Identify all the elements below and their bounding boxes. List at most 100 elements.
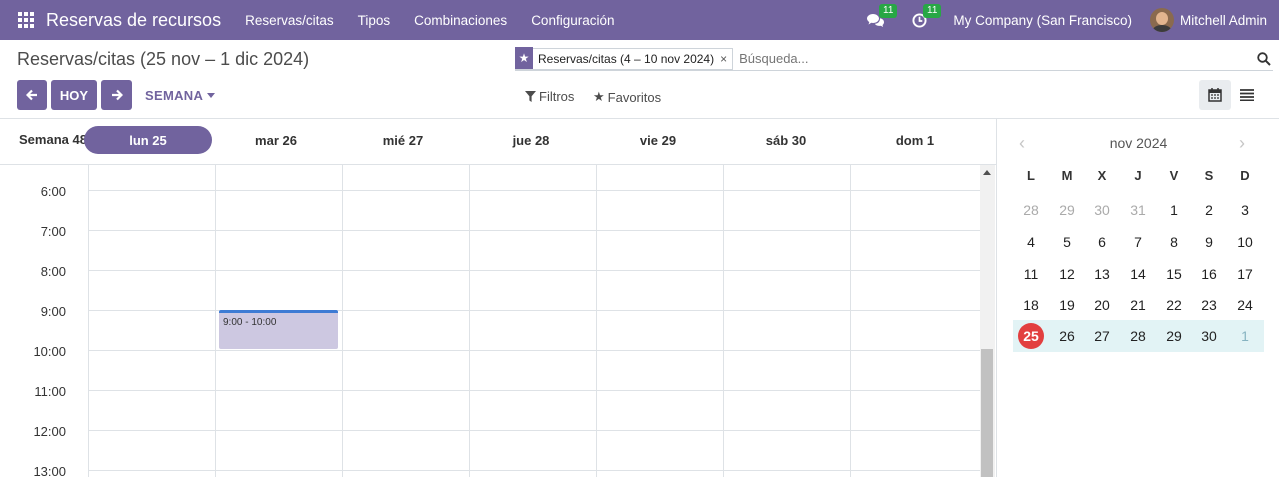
- mini-day[interactable]: 8: [1156, 226, 1192, 257]
- mini-calendar-panel: ‹ nov 2024 › L M X J V S D 28 29 30 31 1…: [998, 119, 1279, 477]
- mini-day[interactable]: 21: [1120, 289, 1156, 320]
- mini-day[interactable]: 5: [1049, 226, 1085, 257]
- mini-day[interactable]: 7: [1120, 226, 1156, 257]
- app-brand[interactable]: Reservas de recursos: [46, 10, 221, 31]
- mini-day[interactable]: 15: [1156, 258, 1192, 289]
- mini-day[interactable]: 16: [1191, 258, 1227, 289]
- star-icon: ★: [593, 89, 605, 104]
- day-header-2[interactable]: mié 27: [339, 126, 467, 154]
- activities-badge: 11: [923, 4, 942, 18]
- mini-day[interactable]: 6: [1084, 226, 1120, 257]
- list-view-button[interactable]: [1231, 80, 1263, 110]
- user-avatar[interactable]: [1149, 8, 1174, 32]
- hour-label: 8:00: [40, 264, 66, 279]
- mini-day[interactable]: 22: [1156, 289, 1192, 320]
- mini-day-today[interactable]: 25: [1013, 320, 1049, 351]
- page-title: Reservas/citas (25 nov – 1 dic 2024): [17, 49, 310, 69]
- calendar-event[interactable]: 9:00 - 10:00: [219, 310, 338, 349]
- list-icon: [1240, 89, 1254, 101]
- scale-label: SEMANA: [145, 88, 204, 103]
- mini-day[interactable]: 18: [1013, 289, 1049, 320]
- scale-dropdown[interactable]: SEMANA: [145, 88, 216, 103]
- facet-value: Reservas/citas (4 – 10 nov 2024): [538, 51, 715, 66]
- hour-label: 6:00: [40, 184, 66, 199]
- weekday-label: D: [1240, 168, 1250, 183]
- time-grid[interactable]: 6:00 7:00 8:00 9:00 10:00 11:00 12:00 13…: [0, 165, 980, 477]
- menu-reservas[interactable]: Reservas/citas: [233, 13, 346, 28]
- mini-day[interactable]: 23: [1191, 289, 1227, 320]
- control-panel: Reservas/citas (25 nov – 1 dic 2024) HOY…: [0, 40, 1279, 119]
- calendar-header: Semana 48 lun 25 mar 26 mié 27 jue 28 vi…: [0, 119, 996, 165]
- mini-day[interactable]: 12: [1049, 258, 1085, 289]
- mini-day[interactable]: 19: [1049, 289, 1085, 320]
- hour-label: 10:00: [33, 344, 66, 359]
- day-header-4[interactable]: vie 29: [594, 126, 722, 154]
- event-time: 9:00 - 10:00: [223, 317, 277, 328]
- day-header-5[interactable]: sáb 30: [722, 126, 850, 154]
- mini-day[interactable]: 17: [1227, 258, 1263, 289]
- facet-remove-icon[interactable]: ×: [720, 52, 732, 66]
- mini-day[interactable]: 28: [1120, 320, 1156, 351]
- day-header-0[interactable]: lun 25: [84, 126, 212, 154]
- hour-line: [88, 190, 980, 191]
- scroll-thumb[interactable]: [981, 349, 993, 477]
- mini-day[interactable]: 11: [1013, 258, 1049, 289]
- hour-label: 11:00: [34, 384, 66, 399]
- day-header-6[interactable]: dom 1: [851, 126, 979, 154]
- mini-calendar-title: nov 2024: [1109, 135, 1168, 151]
- day-header-1[interactable]: mar 26: [212, 126, 340, 154]
- mini-day[interactable]: 29: [1049, 194, 1085, 225]
- filters-button[interactable]: Filtros: [525, 89, 574, 104]
- mini-day[interactable]: 30: [1084, 194, 1120, 225]
- mini-day[interactable]: 26: [1049, 320, 1085, 351]
- calendar-icon: [1208, 88, 1222, 102]
- mini-day[interactable]: 27: [1084, 320, 1120, 351]
- messages-button[interactable]: 11: [865, 4, 898, 30]
- weekday-label: M: [1061, 168, 1073, 183]
- menu-combinaciones[interactable]: Combinaciones: [402, 13, 519, 28]
- scroll-up-icon[interactable]: [983, 170, 991, 175]
- search-input[interactable]: [739, 51, 1220, 66]
- next-month-icon[interactable]: ›: [1239, 133, 1245, 154]
- mini-day[interactable]: 30: [1191, 320, 1227, 351]
- hour-label: 13:00: [33, 464, 66, 477]
- weekday-label: L: [1027, 168, 1035, 183]
- mini-day[interactable]: 24: [1227, 289, 1263, 320]
- mini-day[interactable]: 14: [1120, 258, 1156, 289]
- apps-menu-icon[interactable]: [18, 12, 34, 28]
- filters-label: Filtros: [539, 89, 575, 104]
- mini-day[interactable]: 1: [1227, 320, 1263, 351]
- next-button[interactable]: [101, 80, 132, 110]
- hour-label: 7:00: [40, 224, 66, 239]
- previous-button[interactable]: [17, 80, 47, 110]
- today-button[interactable]: HOY: [51, 80, 97, 110]
- mini-day[interactable]: 29: [1156, 320, 1192, 351]
- company-switcher[interactable]: My Company (San Francisco): [953, 13, 1132, 28]
- mini-day[interactable]: 13: [1084, 258, 1120, 289]
- favorites-button[interactable]: ★ Favoritos: [593, 89, 661, 105]
- calendar-view-button[interactable]: [1199, 80, 1231, 110]
- activities-button[interactable]: 11: [909, 4, 942, 30]
- mini-day[interactable]: 31: [1120, 194, 1156, 225]
- search-icon[interactable]: [1257, 51, 1271, 66]
- mini-day[interactable]: 3: [1227, 194, 1263, 225]
- weekday-label: V: [1169, 168, 1179, 183]
- user-menu[interactable]: Mitchell Admin: [1180, 13, 1267, 28]
- mini-day[interactable]: 9: [1191, 226, 1227, 257]
- menu-tipos[interactable]: Tipos: [346, 13, 403, 28]
- search-bar: ★ Reservas/citas (4 – 10 nov 2024) ×: [515, 47, 1273, 71]
- search-facet[interactable]: ★ Reservas/citas (4 – 10 nov 2024) ×: [515, 47, 734, 70]
- mini-day[interactable]: 28: [1013, 194, 1049, 225]
- mini-day[interactable]: 10: [1227, 226, 1263, 257]
- day-header-3[interactable]: jue 28: [467, 126, 595, 154]
- hour-line: [88, 470, 980, 471]
- vertical-scrollbar[interactable]: [980, 165, 995, 477]
- favorites-label: Favoritos: [607, 89, 662, 105]
- week-calendar: Semana 48 lun 25 mar 26 mié 27 jue 28 vi…: [0, 119, 997, 477]
- mini-day[interactable]: 4: [1013, 226, 1049, 257]
- hour-label: 12:00: [33, 424, 66, 439]
- mini-day[interactable]: 1: [1156, 194, 1192, 225]
- mini-day[interactable]: 2: [1191, 194, 1227, 225]
- menu-configuracion[interactable]: Configuración: [519, 13, 626, 28]
- mini-day[interactable]: 20: [1084, 289, 1120, 320]
